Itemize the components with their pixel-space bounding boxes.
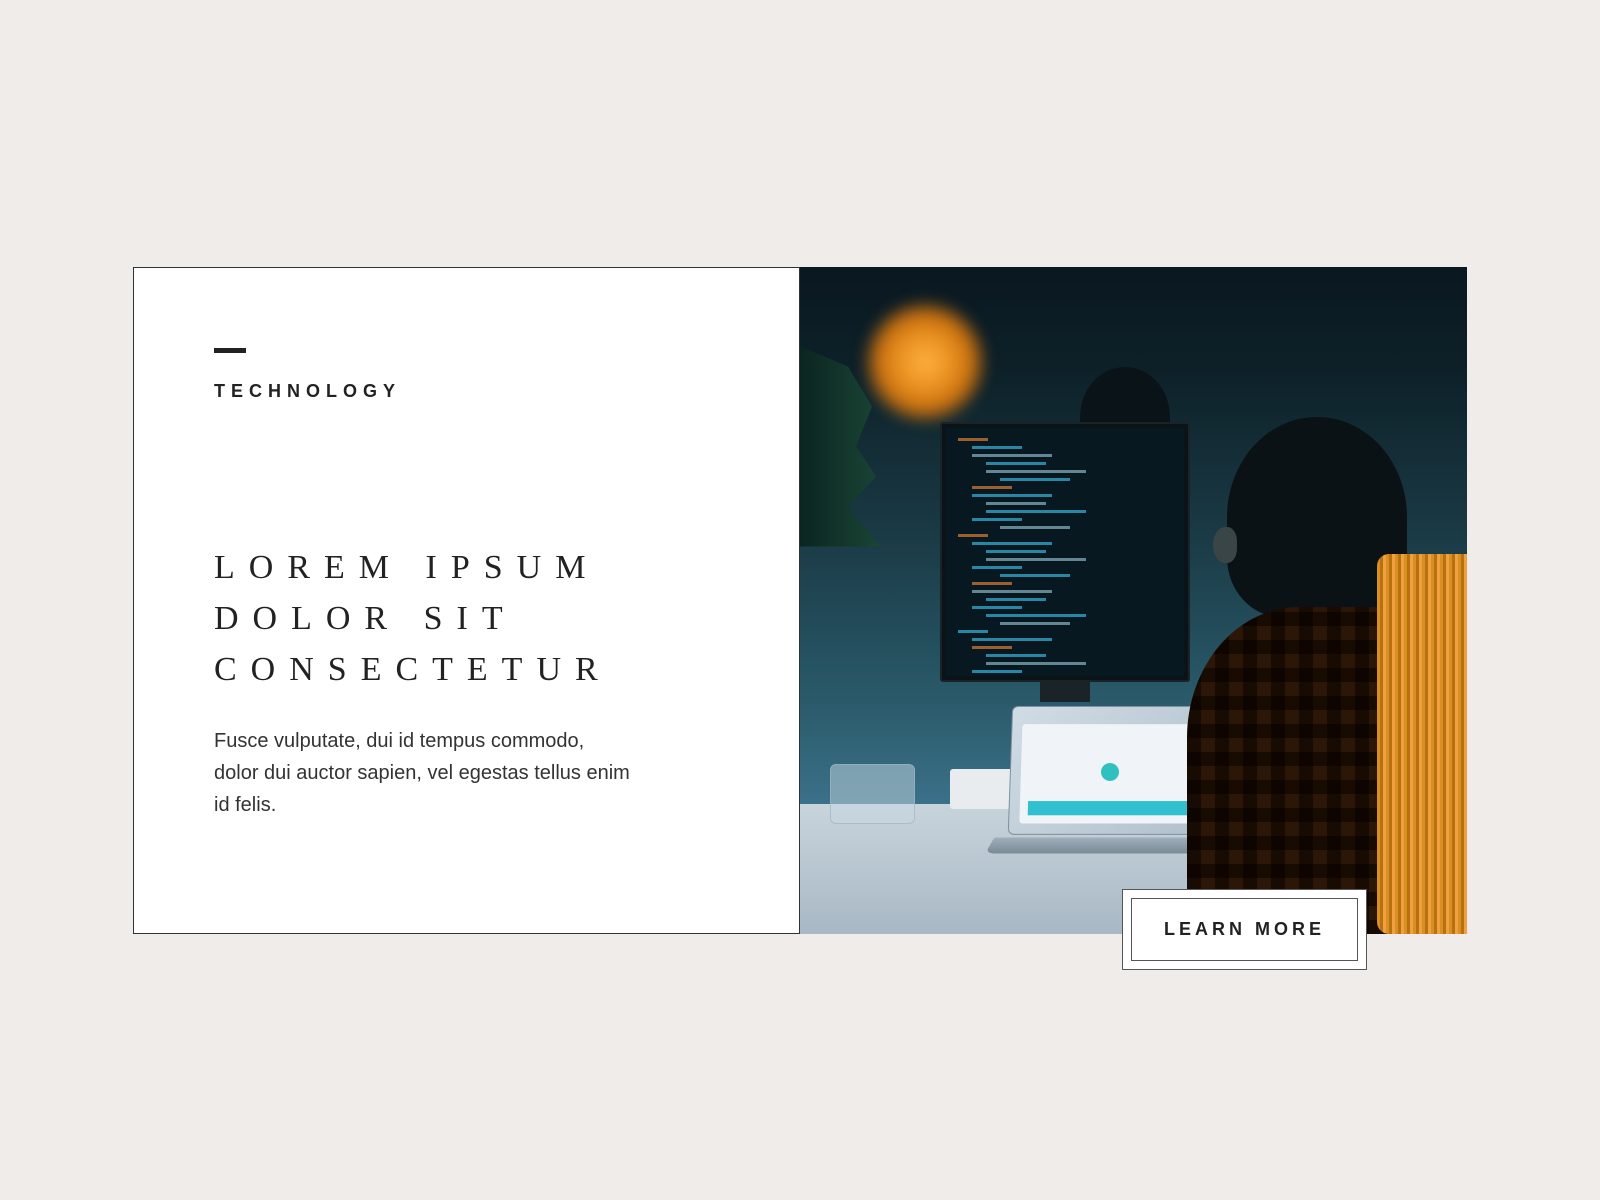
learn-more-button[interactable]: LEARN MORE	[1131, 898, 1358, 961]
accent-line	[214, 348, 246, 353]
office-photo	[800, 267, 1467, 934]
feature-card: TECHNOLOGY LOREM IPSUM DOLOR SIT CONSECT…	[133, 267, 1467, 934]
body-text: Fusce vulputate, dui id tempus commodo, …	[214, 725, 634, 821]
category-label: TECHNOLOGY	[214, 381, 719, 402]
text-panel: TECHNOLOGY LOREM IPSUM DOLOR SIT CONSECT…	[133, 267, 800, 934]
image-panel	[800, 267, 1467, 934]
cta-button-frame: LEARN MORE	[1122, 889, 1367, 970]
headline: LOREM IPSUM DOLOR SIT CONSECTETUR	[214, 542, 719, 695]
